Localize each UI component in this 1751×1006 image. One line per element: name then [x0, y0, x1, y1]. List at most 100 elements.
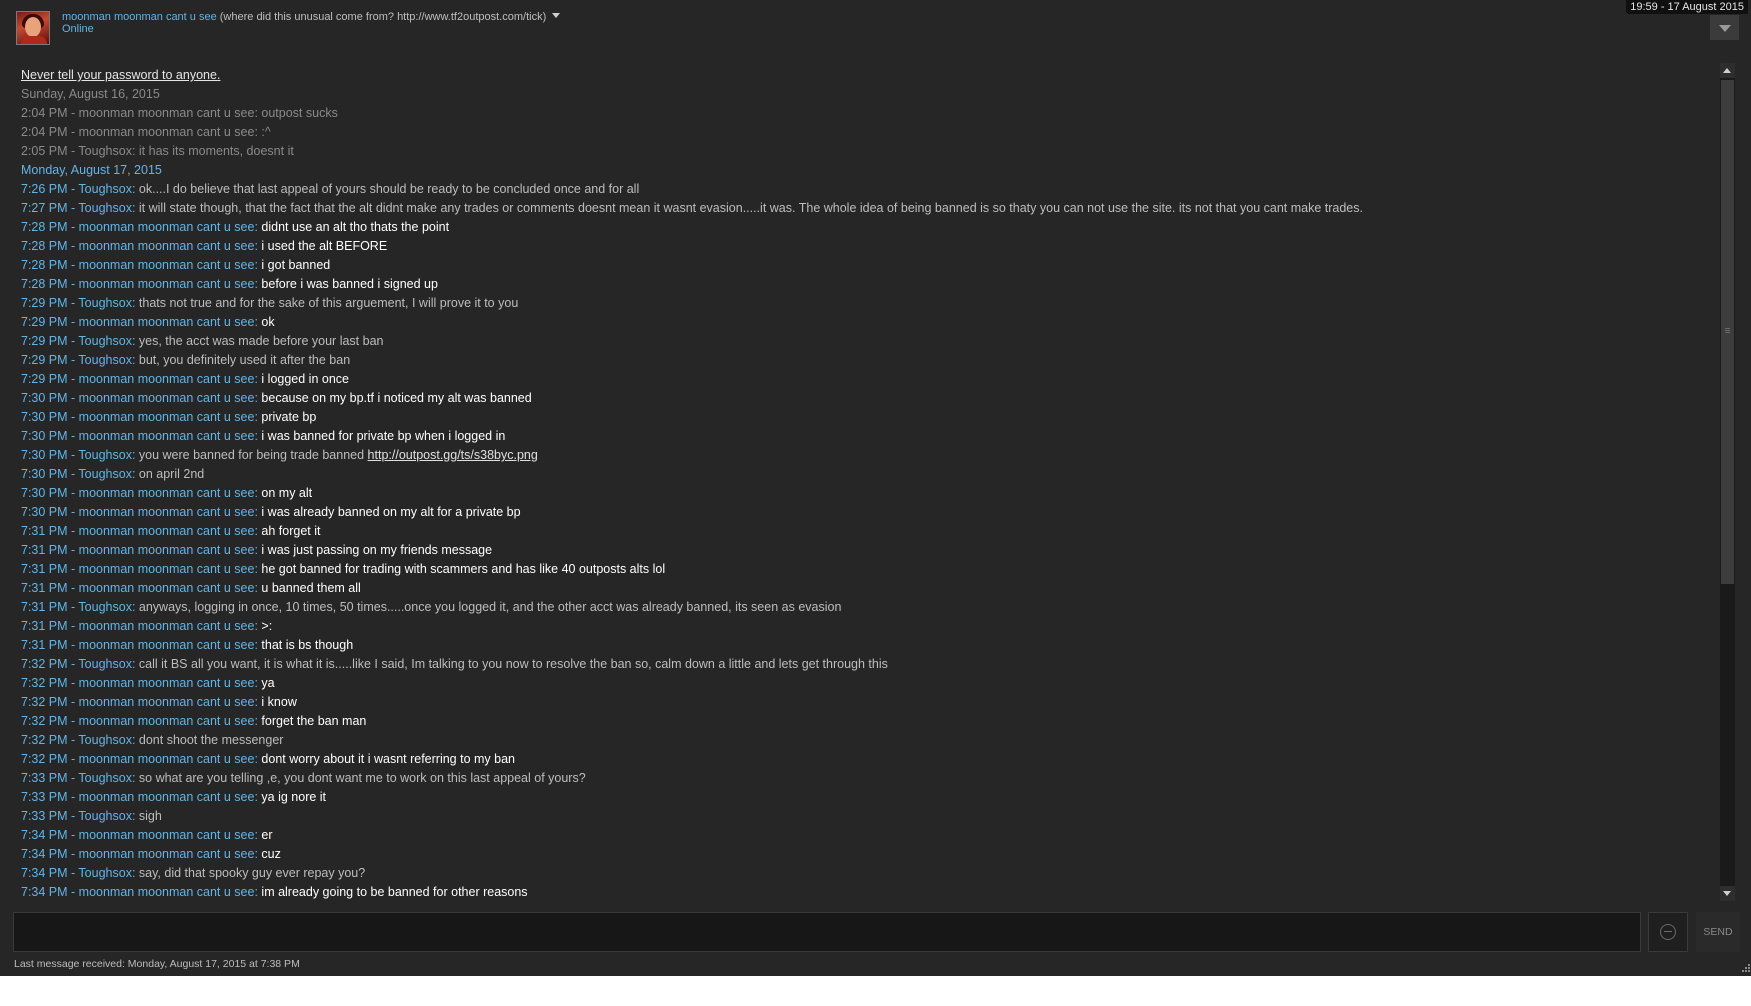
friend-game-status: (where did this unusual come from? http:… [216, 11, 547, 23]
message-sender: 7:30 PM - moonman moonman cant u see: [21, 391, 258, 405]
chat-scrollbar[interactable] [1720, 63, 1735, 901]
message-sender: 7:32 PM - Toughsox: [21, 657, 136, 671]
message-sender: 7:34 PM - moonman moonman cant u see: [21, 828, 258, 842]
message-sender: 7:31 PM - moonman moonman cant u see: [21, 543, 258, 557]
scroll-thumb[interactable] [1721, 80, 1734, 584]
message-text: ah forget it [257, 524, 321, 538]
scroll-up-arrow-icon[interactable] [1720, 63, 1735, 78]
date-label: Monday, August 17, 2015 [21, 163, 162, 177]
resize-grip-icon[interactable] [1740, 963, 1751, 974]
chat-message: 7:30 PM - moonman moonman cant u see: i … [21, 427, 505, 446]
chat-message: 7:30 PM - moonman moonman cant u see: i … [21, 503, 521, 522]
chat-menu-button[interactable] [1710, 15, 1739, 40]
message-sender: 7:29 PM - moonman moonman cant u see: [21, 372, 258, 386]
message-sender: 7:30 PM - moonman moonman cant u see: [21, 505, 258, 519]
grip-line [1725, 330, 1730, 331]
chat-message: 7:32 PM - Toughsox: call it BS all you w… [21, 655, 888, 674]
chat-message: 7:31 PM - moonman moonman cant u see: u … [21, 579, 361, 598]
chat-message: 7:27 PM - Toughsox: it will state though… [21, 199, 1363, 218]
history-message: 2:04 PM - moonman moonman cant u see: :^ [21, 123, 271, 142]
message-sender: 7:30 PM - moonman moonman cant u see: [21, 410, 258, 424]
message-sender: 7:32 PM - moonman moonman cant u see: [21, 676, 258, 690]
message-text: i got banned [257, 258, 331, 272]
chat-message: 7:31 PM - moonman moonman cant u see: he… [21, 560, 665, 579]
message-sender: 7:33 PM - moonman moonman cant u see: [21, 790, 258, 804]
message-sender: 7:34 PM - Toughsox: [21, 866, 136, 880]
message-link[interactable]: http://outpost.gg/ts/s38byc.png [368, 448, 538, 462]
message-text: dont shoot the messenger [135, 733, 284, 747]
message-sender: 7:34 PM - moonman moonman cant u see: [21, 847, 258, 861]
chat-message: 7:30 PM - Toughsox: on april 2nd [21, 465, 204, 484]
message-sender: 7:28 PM - moonman moonman cant u see: [21, 239, 258, 253]
message-sender: 7:28 PM - moonman moonman cant u see: [21, 258, 258, 272]
message-text: i used the alt BEFORE [257, 239, 388, 253]
chat-message: 7:30 PM - moonman moonman cant u see: be… [21, 389, 532, 408]
message-sender: 7:30 PM - moonman moonman cant u see: [21, 486, 258, 500]
message-sender: 7:33 PM - Toughsox: [21, 771, 136, 785]
message-text: ok....I do believe that last appeal of y… [135, 182, 640, 196]
chat-message: 7:34 PM - Toughsox: say, did that spooky… [21, 864, 365, 883]
chat-message: 7:26 PM - Toughsox: ok....I do believe t… [21, 180, 639, 199]
message-text: forget the ban man [257, 714, 367, 728]
message-text: it will state though, that the fact that… [135, 201, 1363, 215]
message-sender: 7:31 PM - moonman moonman cant u see: [21, 524, 258, 538]
chat-message: 7:32 PM - moonman moonman cant u see: do… [21, 750, 515, 769]
chat-message: 7:29 PM - Toughsox: thats not true and f… [21, 294, 518, 313]
friend-name[interactable]: moonman moonman cant u see [62, 11, 217, 23]
date-label: Sunday, August 16, 2015 [21, 87, 160, 101]
message-text: i was banned for private bp when i logge… [257, 429, 506, 443]
message-sender: 7:28 PM - moonman moonman cant u see: [21, 277, 258, 291]
message-sender: 7:33 PM - Toughsox: [21, 809, 136, 823]
history-message: 2:05 PM - Toughsox: it has its moments, … [21, 142, 294, 161]
message-sender: 7:29 PM - moonman moonman cant u see: [21, 315, 258, 329]
message-sender: 7:32 PM - moonman moonman cant u see: [21, 695, 258, 709]
chat-message: 7:28 PM - moonman moonman cant u see: be… [21, 275, 438, 294]
chat-log: Never tell your password to anyone. Sunda… [13, 62, 1718, 905]
send-button[interactable]: SEND [1696, 912, 1740, 952]
message-text: but, you definitely used it after the ba… [135, 353, 351, 367]
chat-message: 7:32 PM - moonman moonman cant u see: i … [21, 693, 297, 712]
message-text: so what are you telling ,e, you dont wan… [135, 771, 586, 785]
message-sender: 7:32 PM - Toughsox: [21, 733, 136, 747]
message-sender: 7:29 PM - Toughsox: [21, 353, 136, 367]
scroll-down-arrow-icon[interactable] [1720, 886, 1735, 901]
message-sender: 7:29 PM - Toughsox: [21, 334, 136, 348]
clock-overlay: 19:59 - 17 August 2015 [1626, 0, 1748, 14]
history-message-text: 2:04 PM - moonman moonman cant u see: ou… [21, 106, 338, 120]
message-sender: 7:31 PM - Toughsox: [21, 600, 136, 614]
message-text: sigh [135, 809, 162, 823]
message-sender: 7:30 PM - moonman moonman cant u see: [21, 429, 258, 443]
message-text: call it BS all you want, it is what it i… [135, 657, 888, 671]
password-warning-line: Never tell your password to anyone. [21, 66, 220, 85]
message-text: yes, the acct was made before your last … [135, 334, 384, 348]
message-text: im already going to be banned for other … [257, 885, 528, 899]
message-text: anyways, logging in once, 10 times, 50 t… [135, 600, 842, 614]
message-text: i know [257, 695, 297, 709]
history-message: 2:04 PM - moonman moonman cant u see: ou… [21, 104, 338, 123]
chevron-down-icon[interactable] [552, 13, 561, 18]
chat-message: 7:28 PM - moonman moonman cant u see: di… [21, 218, 449, 237]
history-message-text: 2:05 PM - Toughsox: it has its moments, … [21, 144, 294, 158]
grip-line [1725, 328, 1730, 329]
message-text: cuz [257, 847, 281, 861]
message-sender: 7:32 PM - moonman moonman cant u see: [21, 752, 258, 766]
message-text: dont worry about it i wasnt referring to… [257, 752, 515, 766]
message-text: because on my bp.tf i noticed my alt was… [257, 391, 532, 405]
message-text: on my alt [257, 486, 313, 500]
chat-message: 7:32 PM - Toughsox: dont shoot the messe… [21, 731, 283, 750]
emoticon-button[interactable] [1648, 912, 1688, 952]
message-text: before i was banned i signed up [257, 277, 438, 291]
chat-message: 7:31 PM - moonman moonman cant u see: i … [21, 541, 492, 560]
friend-avatar[interactable] [16, 11, 50, 45]
history-message-text: 2:04 PM - moonman moonman cant u see: :^ [21, 125, 271, 139]
message-text: say, did that spooky guy ever repay you? [135, 866, 366, 880]
chat-message: 7:32 PM - moonman moonman cant u see: ya [21, 674, 275, 693]
message-text: you were banned for being trade banned [135, 448, 368, 462]
chat-header: moonman moonman cant u see (where did th… [0, 0, 1751, 56]
message-text: i was already banned on my alt for a pri… [257, 505, 521, 519]
message-sender: 7:26 PM - Toughsox: [21, 182, 136, 196]
chat-message: 7:34 PM - moonman moonman cant u see: cu… [21, 845, 281, 864]
message-sender: 7:30 PM - Toughsox: [21, 467, 136, 481]
chat-message: 7:31 PM - moonman moonman cant u see: >: [21, 617, 272, 636]
chat-message-input[interactable] [13, 912, 1641, 952]
